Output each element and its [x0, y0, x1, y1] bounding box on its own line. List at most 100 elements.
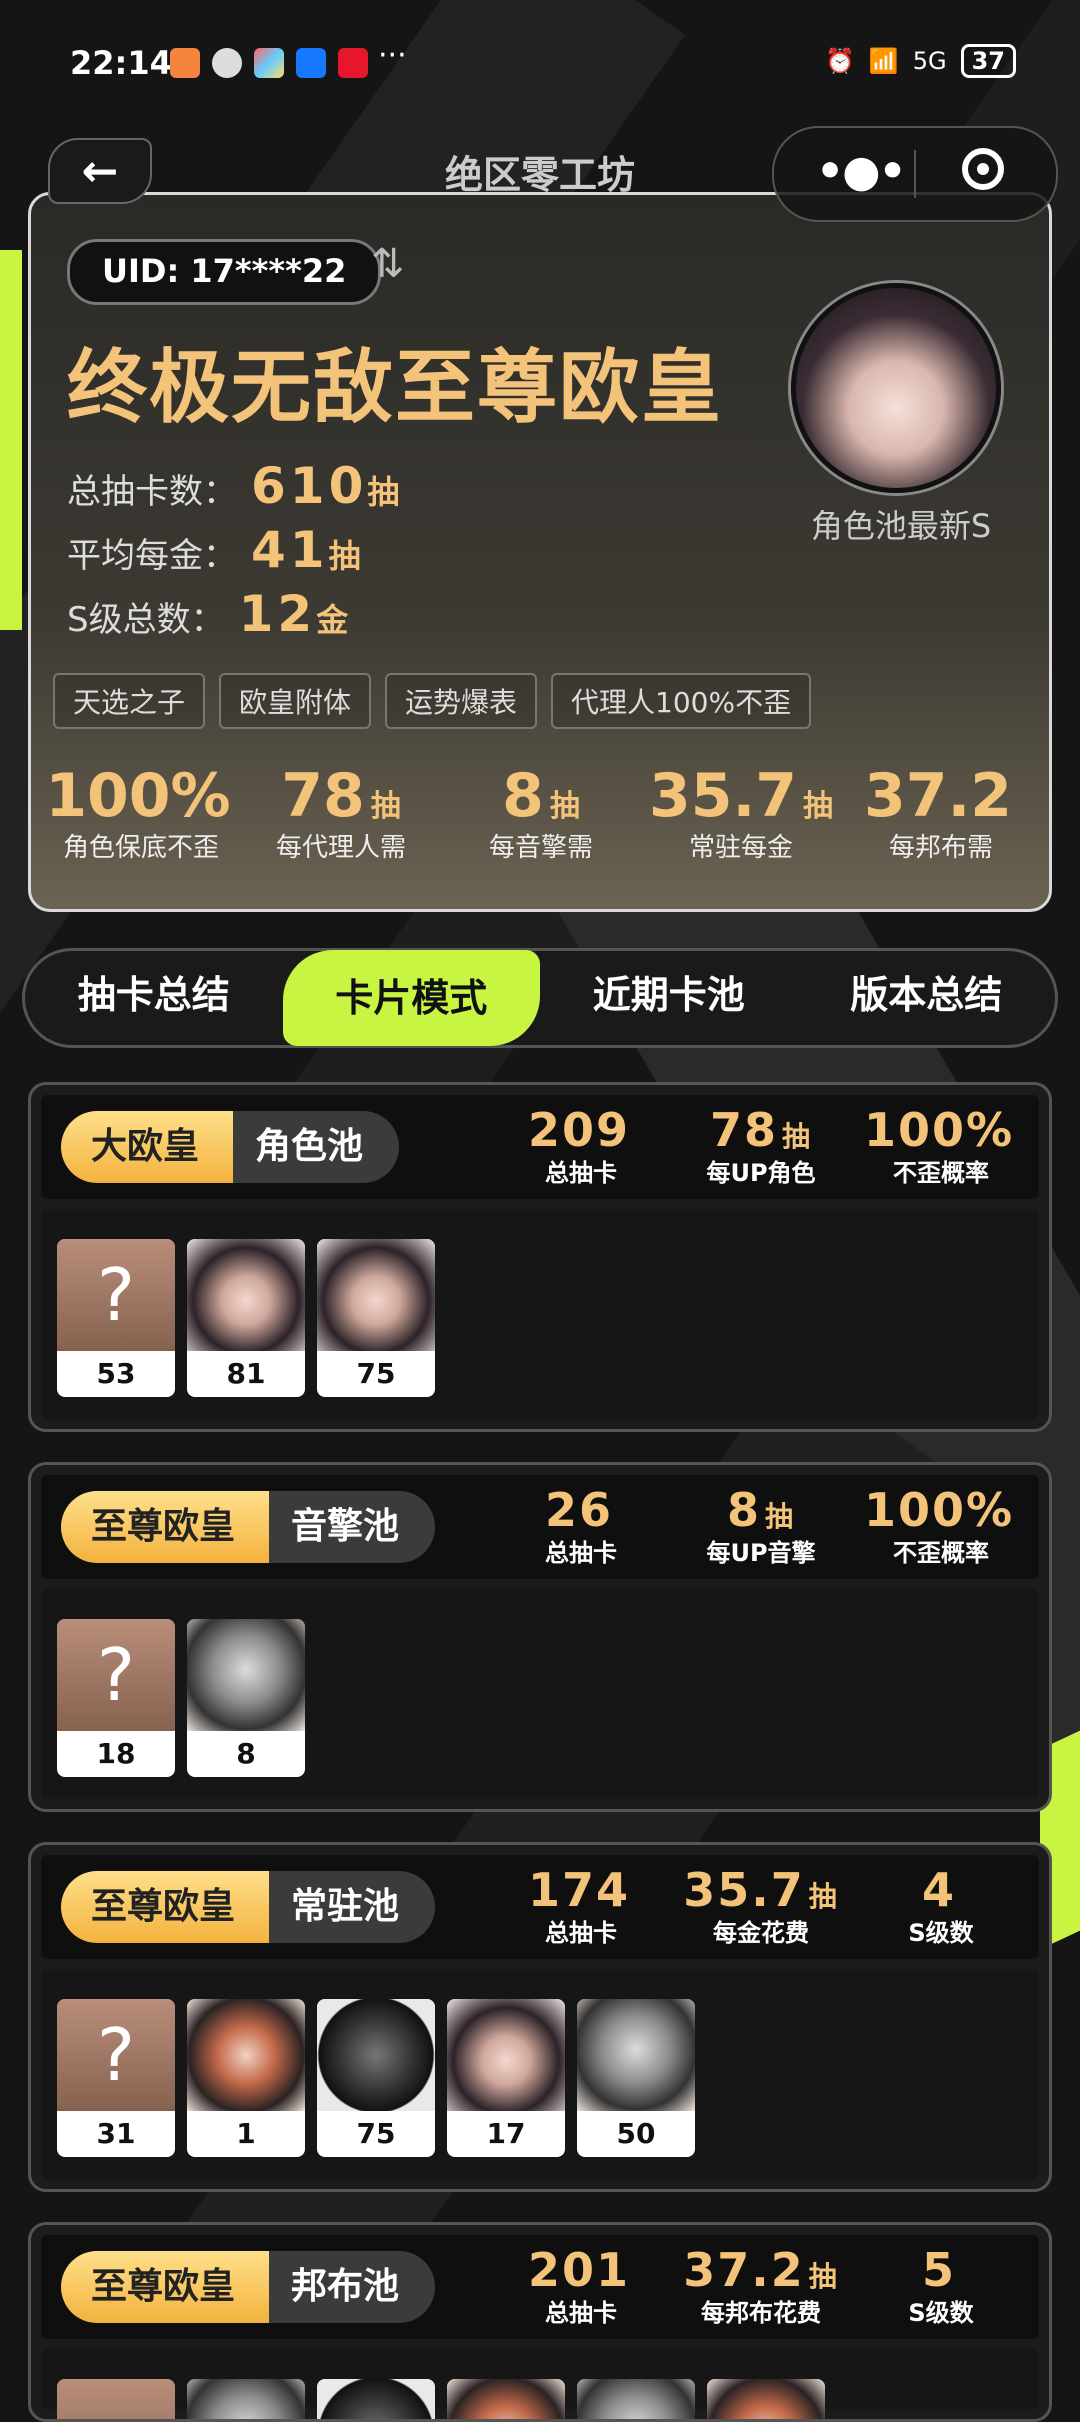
stat-label: 平均每金： — [67, 536, 237, 576]
w-engine-portrait — [187, 1619, 305, 1731]
pull-card-pending[interactable]: ? 53 — [57, 1239, 175, 1397]
pool-stat-value: 26 — [544, 1483, 613, 1537]
tab-card-mode[interactable]: 卡片模式 — [282, 950, 540, 1046]
pull-card[interactable] — [707, 2379, 825, 2419]
tag: 运势爆表 — [385, 673, 538, 729]
pool-stat-label: 每UP音擎 — [706, 1539, 816, 1567]
pool-stat-value: 4 — [921, 1863, 956, 1917]
summary-unit: 抽 — [549, 789, 580, 824]
profile-title: 终极无敌至尊欧皇 — [67, 341, 723, 434]
pull-card[interactable] — [577, 2379, 695, 2419]
pool-stat-value: 209 — [527, 1103, 631, 1157]
pull-count: 31 — [96, 2117, 136, 2150]
w-engine-portrait — [317, 1999, 435, 2111]
pool-stats: 26 总抽卡 8 抽每UP音擎 100% 不歪概率 — [491, 1483, 1031, 1568]
pool-name: 角色池 — [233, 1111, 400, 1183]
pool-cards-area: ? 53 81 75 — [41, 1209, 1039, 1419]
pool-stat-label: 总抽卡 — [545, 2299, 617, 2327]
tab-draw-summary[interactable]: 抽卡总结 — [25, 948, 283, 1048]
pull-card[interactable]: 50 — [577, 1999, 695, 2157]
pool-stat-value: 8 — [726, 1483, 761, 1537]
pull-card[interactable]: 75 — [317, 1239, 435, 1397]
stat-label: S级总数： — [67, 600, 225, 640]
summary-stat: 35.7 抽 常驻每金 — [641, 761, 841, 864]
pool-stat-label: 每邦布花费 — [701, 2299, 821, 2327]
pull-card-pending[interactable]: ? 31 — [57, 1999, 175, 2157]
card-portrait — [577, 2379, 695, 2419]
more-options-button[interactable]: •●• — [816, 146, 907, 197]
pull-card[interactable]: 1 — [187, 1999, 305, 2157]
pull-count: 81 — [226, 1357, 266, 1390]
pool-stat-unit: 抽 — [765, 1500, 796, 1533]
pool-stat-label: S级数 — [908, 2299, 974, 2327]
pull-card[interactable]: 8 — [187, 1619, 305, 1777]
pool-stats: 209 总抽卡 78 抽每UP角色 100% 不歪概率 — [491, 1103, 1031, 1188]
pool-name: 常驻池 — [269, 1871, 436, 1943]
alipay-icon — [296, 48, 326, 78]
pool-card-standard[interactable]: 至尊欧皇 常驻池 174 总抽卡 35.7 抽每金花费 4 S级数 ? 31 1 75 … — [28, 1842, 1052, 2192]
stat-unit: 抽 — [328, 537, 361, 575]
summary-value: 100% — [45, 761, 231, 831]
pull-card[interactable] — [187, 2379, 305, 2419]
back-button[interactable]: ← — [48, 138, 152, 204]
profile-card: UID: 17****22 ⇅ 终极无敌至尊欧皇 总抽卡数： 610 抽 平均每金：… — [28, 192, 1052, 912]
pull-count: 53 — [96, 1357, 136, 1390]
pool-badge: 至尊欧皇 音擎池 — [61, 1491, 436, 1563]
pull-card[interactable] — [57, 2379, 175, 2419]
switch-account-icon[interactable]: ⇅ — [371, 241, 405, 287]
unknown-card-icon: ? — [57, 1999, 175, 2111]
pool-badge: 大欧皇 角色池 — [61, 1111, 400, 1183]
card-portrait — [447, 2379, 565, 2419]
pool-cards-area: ? 31 1 75 17 50 — [41, 1969, 1039, 2179]
accent-stripe-left — [0, 250, 22, 630]
summary-stat: 37.2 每邦布需 — [841, 761, 1041, 864]
summary-stat: 8抽 每音擎需 — [441, 761, 641, 864]
avatar[interactable] — [791, 283, 1001, 493]
pool-stat-value: 5 — [921, 2243, 956, 2297]
pull-card[interactable]: 75 — [317, 1999, 435, 2157]
pull-card[interactable]: 81 — [187, 1239, 305, 1397]
pool-card-character[interactable]: 大欧皇 角色池 209 总抽卡 78 抽每UP角色 100% 不歪概率 ? 53 81 … — [28, 1082, 1052, 1432]
more-notifications-icon: ··· — [378, 38, 407, 73]
pool-stat-label: 不歪概率 — [893, 1159, 989, 1187]
arrow-left-icon: ← — [81, 145, 119, 197]
pool-name: 音擎池 — [269, 1491, 436, 1563]
pool-card-w-engine[interactable]: 至尊欧皇 音擎池 26 总抽卡 8 抽每UP音擎 100% 不歪概率 ? 18 8 — [28, 1462, 1052, 1812]
pool-stats: 174 总抽卡 35.7 抽每金花费 4 S级数 — [491, 1863, 1031, 1948]
pull-card[interactable]: 17 — [447, 1999, 565, 2157]
card-portrait — [317, 2379, 435, 2419]
stat-value: 12 — [238, 585, 317, 643]
pool-card-bangboo[interactable]: 至尊欧皇 邦布池 201 总抽卡 37.2 抽每邦布花费 5 S级数 — [28, 2222, 1052, 2422]
stat-total-pulls: 总抽卡数： 610抽 — [67, 457, 399, 515]
pool-stat-value: 35.7 — [683, 1863, 805, 1917]
stat-value: 610 — [251, 457, 368, 515]
pool-stat-value: 100% — [863, 1103, 1015, 1157]
character-portrait — [187, 1999, 305, 2111]
uid-badge[interactable]: UID: 17****22 — [67, 239, 382, 305]
notification-icons — [170, 48, 368, 78]
stat-label: 总抽卡数： — [67, 472, 237, 512]
pool-stats: 201 总抽卡 37.2 抽每邦布花费 5 S级数 — [491, 2243, 1031, 2328]
system-status: ⏰ 📶 5G 37 — [825, 44, 1016, 78]
luck-rank: 大欧皇 — [61, 1111, 234, 1183]
pull-count: 17 — [486, 2117, 526, 2150]
close-miniprogram-button[interactable] — [962, 148, 1004, 190]
pull-count: 75 — [356, 2117, 396, 2150]
pool-stat-value: 100% — [863, 1483, 1015, 1537]
pull-card-pending[interactable]: ? 18 — [57, 1619, 175, 1777]
page-title: 绝区零工坊 — [444, 153, 635, 197]
capsule-divider — [914, 150, 916, 198]
pull-card[interactable] — [317, 2379, 435, 2419]
unknown-card-icon: ? — [57, 1619, 175, 1731]
pull-card[interactable] — [447, 2379, 565, 2419]
tab-version-summary[interactable]: 版本总结 — [798, 948, 1056, 1048]
pool-cards-area — [41, 2349, 1039, 2419]
pool-stat-label: 每UP角色 — [706, 1159, 816, 1187]
tab-recent-pools[interactable]: 近期卡池 — [540, 948, 798, 1048]
pull-count: 75 — [356, 1357, 396, 1390]
pool-cards-area: ? 18 8 — [41, 1589, 1039, 1799]
luck-rank: 至尊欧皇 — [61, 2251, 270, 2323]
summary-unit: 抽 — [803, 789, 834, 824]
app-notification-icon — [170, 48, 200, 78]
pool-stat-value: 78 — [709, 1103, 778, 1157]
